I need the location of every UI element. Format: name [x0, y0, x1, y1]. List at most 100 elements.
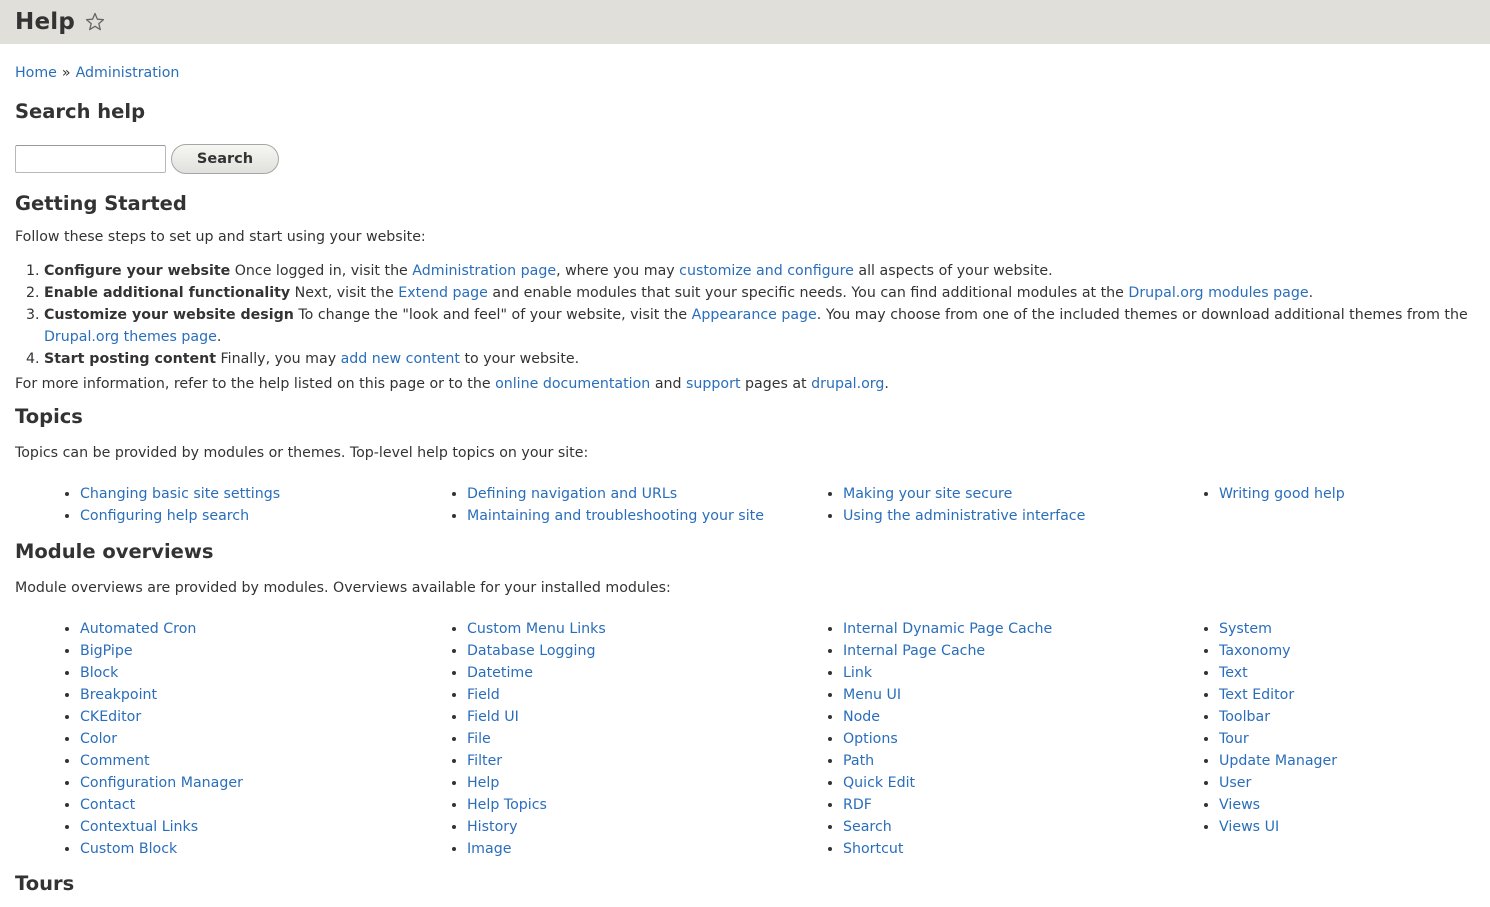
breadcrumb-administration-link[interactable]: Administration	[76, 65, 180, 81]
module-link[interactable]: Custom Menu Links	[467, 621, 606, 637]
module-link[interactable]: Help Topics	[467, 797, 547, 813]
search-input[interactable]	[15, 145, 166, 173]
module-link[interactable]: User	[1219, 775, 1251, 791]
module-item: Contextual Links	[65, 816, 452, 838]
module-item: Options	[828, 728, 1204, 750]
module-link[interactable]: Taxonomy	[1219, 643, 1291, 659]
module-link[interactable]: Toolbar	[1219, 709, 1270, 725]
customize-configure-link[interactable]: customize and configure	[679, 263, 854, 279]
step-title: Start posting content	[44, 351, 217, 367]
module-link[interactable]: Views	[1219, 797, 1260, 813]
module-link[interactable]: Contextual Links	[80, 819, 198, 835]
module-link[interactable]: RDF	[843, 797, 872, 813]
step-text: To change the "look and feel" of your we…	[293, 307, 692, 323]
module-link[interactable]: Database Logging	[467, 643, 596, 659]
topic-link[interactable]: Changing basic site settings	[80, 486, 280, 502]
module-link[interactable]: Views UI	[1219, 819, 1279, 835]
topic-link[interactable]: Writing good help	[1219, 486, 1345, 502]
support-link[interactable]: support	[686, 376, 740, 392]
online-documentation-link[interactable]: online documentation	[495, 376, 650, 392]
module-link[interactable]: BigPipe	[80, 643, 133, 659]
step-item: Customize your website design To change …	[44, 304, 1484, 348]
module-item: Custom Menu Links	[452, 618, 828, 640]
module-link[interactable]: Text Editor	[1219, 687, 1294, 703]
module-link[interactable]: Automated Cron	[80, 621, 196, 637]
topic-item: Configuring help search	[65, 505, 452, 527]
module-link[interactable]: Path	[843, 753, 874, 769]
module-link[interactable]: Field UI	[467, 709, 519, 725]
module-item: Path	[828, 750, 1204, 772]
module-item: Link	[828, 662, 1204, 684]
module-item: BigPipe	[65, 640, 452, 662]
step-text: to your website.	[459, 351, 580, 367]
appearance-page-link[interactable]: Appearance page	[692, 307, 817, 323]
tours-heading: Tours	[15, 872, 75, 895]
module-link[interactable]: Contact	[80, 797, 135, 813]
administration-page-link[interactable]: Administration page	[412, 263, 556, 279]
module-link[interactable]: Internal Dynamic Page Cache	[843, 621, 1052, 637]
topic-link[interactable]: Maintaining and troubleshooting your sit…	[467, 508, 764, 524]
module-item: Field UI	[452, 706, 828, 728]
module-link[interactable]: Image	[467, 841, 511, 857]
topic-link[interactable]: Using the administrative interface	[843, 508, 1085, 524]
module-link[interactable]: Quick Edit	[843, 775, 915, 791]
module-link[interactable]: Help	[467, 775, 499, 791]
extend-page-link[interactable]: Extend page	[398, 285, 488, 301]
module-link[interactable]: Options	[843, 731, 898, 747]
module-item: Text Editor	[1204, 684, 1474, 706]
module-link[interactable]: Field	[467, 687, 500, 703]
module-link[interactable]: History	[467, 819, 517, 835]
step-item: Enable additional functionality Next, vi…	[44, 282, 1484, 304]
topic-link[interactable]: Defining navigation and URLs	[467, 486, 677, 502]
module-link[interactable]: System	[1219, 621, 1272, 637]
drupal-themes-page-link[interactable]: Drupal.org themes page	[44, 329, 217, 345]
step-text: Finally, you may	[216, 351, 341, 367]
star-outline-icon[interactable]	[85, 12, 105, 32]
add-new-content-link[interactable]: add new content	[341, 351, 460, 367]
module-item: Update Manager	[1204, 750, 1474, 772]
module-link[interactable]: CKEditor	[80, 709, 141, 725]
module-link[interactable]: Update Manager	[1219, 753, 1337, 769]
topic-link[interactable]: Configuring help search	[80, 508, 249, 524]
module-link[interactable]: Internal Page Cache	[843, 643, 985, 659]
module-link[interactable]: Node	[843, 709, 880, 725]
topic-item: Maintaining and troubleshooting your sit…	[452, 505, 828, 527]
topic-item: Defining navigation and URLs	[452, 483, 828, 505]
page-header: Help	[0, 0, 1490, 44]
breadcrumb: Home» Administration	[15, 65, 179, 81]
module-item: RDF	[828, 794, 1204, 816]
module-link[interactable]: Block	[80, 665, 118, 681]
step-text: , where you may	[556, 263, 680, 279]
search-help-heading: Search help	[15, 100, 146, 123]
step-item: Start posting content Finally, you may a…	[44, 348, 1484, 370]
module-item: Color	[65, 728, 452, 750]
module-link[interactable]: Datetime	[467, 665, 533, 681]
module-item: Contact	[65, 794, 452, 816]
module-overviews-heading: Module overviews	[15, 540, 214, 563]
module-item: Node	[828, 706, 1204, 728]
module-link[interactable]: Shortcut	[843, 841, 903, 857]
module-link[interactable]: Configuration Manager	[80, 775, 243, 791]
module-link[interactable]: Breakpoint	[80, 687, 157, 703]
breadcrumb-home-link[interactable]: Home	[15, 65, 57, 81]
getting-started-intro: Follow these steps to set up and start u…	[15, 229, 426, 245]
module-link[interactable]: Menu UI	[843, 687, 901, 703]
module-item: Internal Dynamic Page Cache	[828, 618, 1204, 640]
module-link[interactable]: Search	[843, 819, 892, 835]
module-link[interactable]: Link	[843, 665, 872, 681]
drupal-org-link[interactable]: drupal.org	[811, 376, 884, 392]
drupal-modules-page-link[interactable]: Drupal.org modules page	[1128, 285, 1308, 301]
module-link[interactable]: Custom Block	[80, 841, 177, 857]
module-link[interactable]: Tour	[1219, 731, 1249, 747]
module-link[interactable]: File	[467, 731, 491, 747]
module-link[interactable]: Text	[1219, 665, 1248, 681]
module-link[interactable]: Comment	[80, 753, 150, 769]
module-link[interactable]: Filter	[467, 753, 502, 769]
step-title: Configure your website	[44, 263, 231, 279]
module-item: Help Topics	[452, 794, 828, 816]
breadcrumb-separator: »	[61, 65, 71, 81]
step-text: Once logged in, visit the	[230, 263, 413, 279]
module-link[interactable]: Color	[80, 731, 117, 747]
search-button[interactable]: Search	[171, 144, 279, 174]
topic-link[interactable]: Making your site secure	[843, 486, 1012, 502]
